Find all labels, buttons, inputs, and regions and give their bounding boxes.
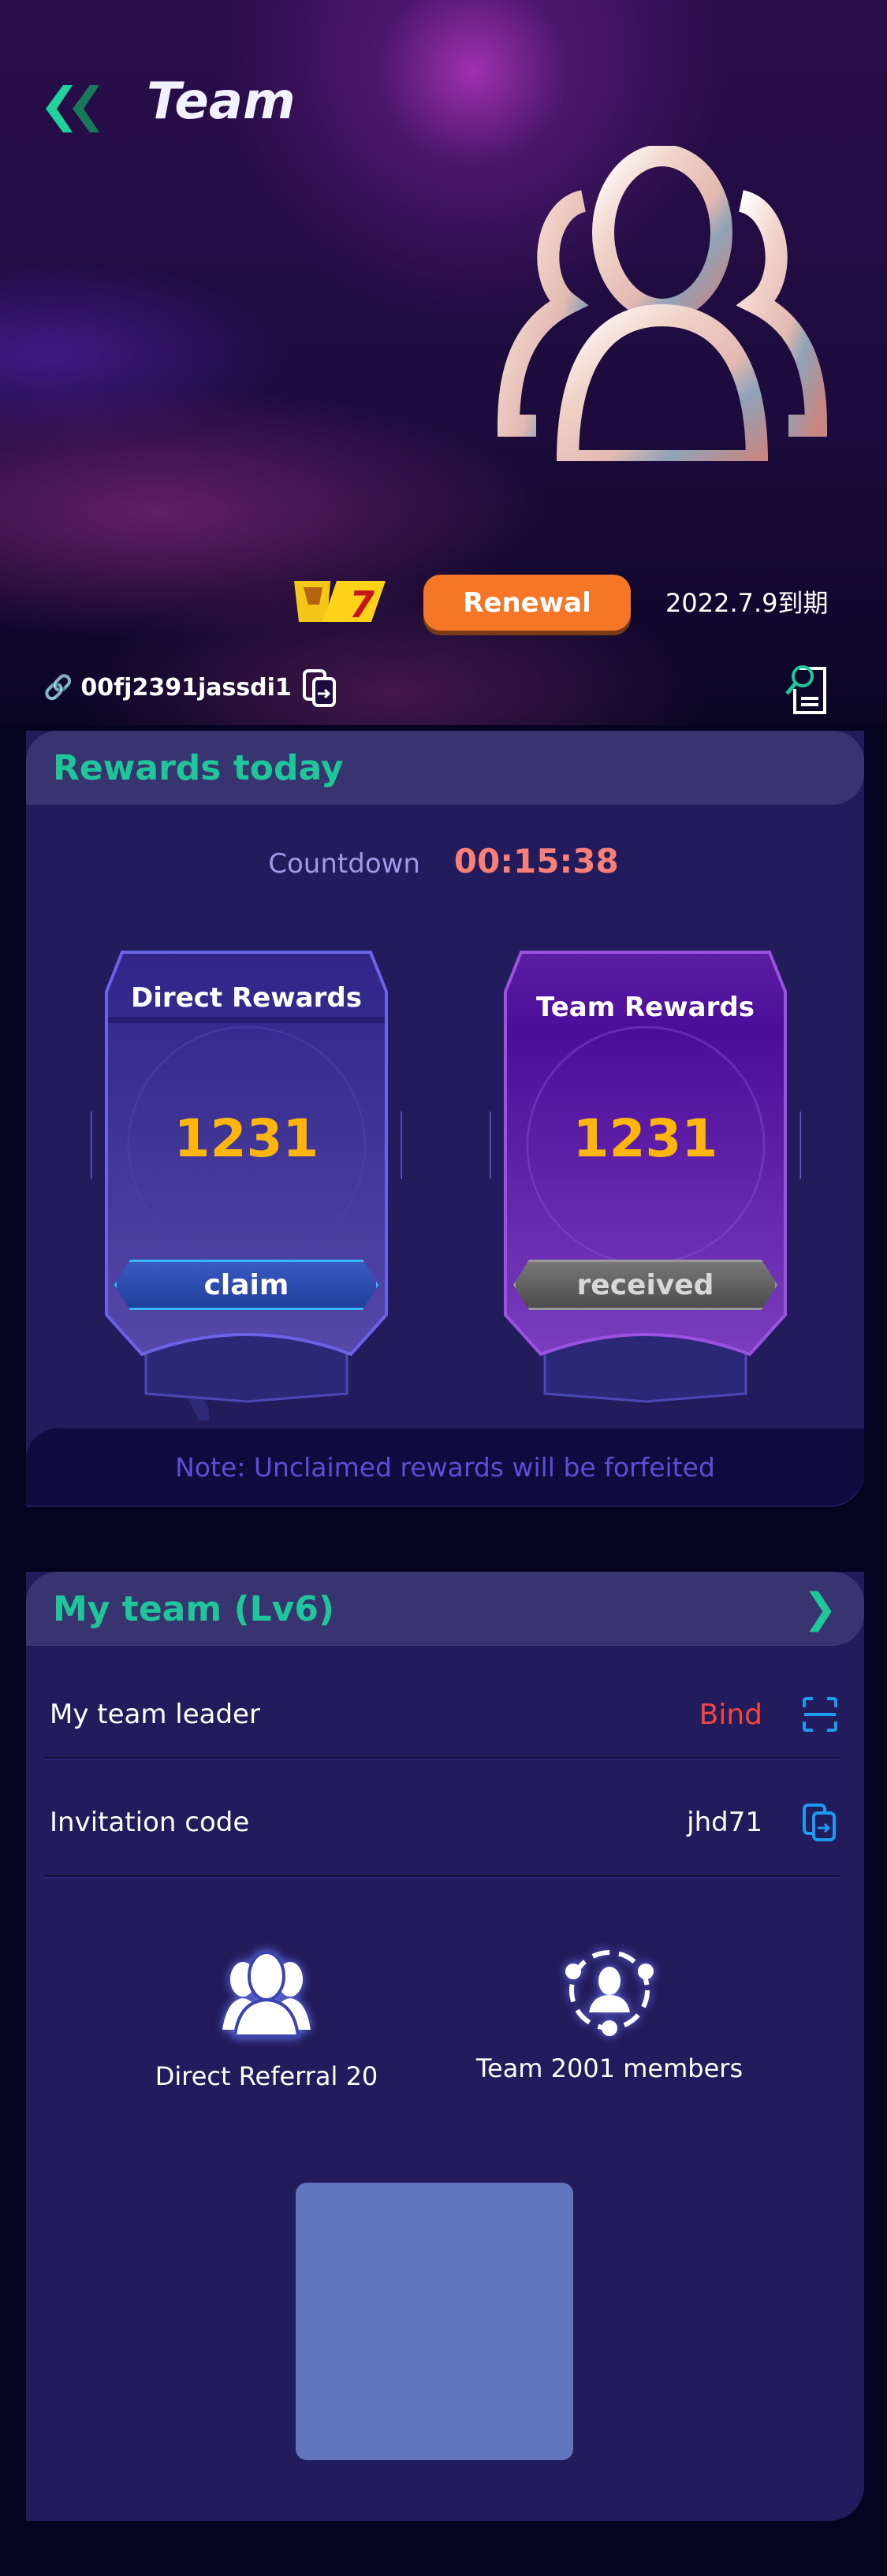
referral-link: 🔗 00fj2391jassdi1 — [43, 674, 292, 702]
bind-button[interactable]: Bind — [699, 1699, 762, 1731]
rewards-today-title: Rewards today — [26, 731, 864, 805]
team-rewards-card: Team Rewards 1231 received — [490, 936, 801, 1420]
chevron-right-icon[interactable]: ❯ — [803, 1585, 837, 1632]
direct-referral-label: Direct Referral 20 — [155, 2061, 378, 2091]
copy-icon[interactable] — [302, 668, 338, 708]
countdown-value: 00:15:38 — [453, 842, 619, 880]
team-members-label: Team 2001 members — [475, 2053, 744, 2083]
referral-link-code: 00fj2391jassdi1 — [80, 674, 292, 702]
renewal-button[interactable]: Renewal — [423, 575, 631, 631]
team-members-stat[interactable]: Team 2001 members — [452, 1943, 767, 2083]
direct-referral-stat[interactable]: Direct Referral 20 — [109, 1951, 424, 2091]
qr-code-placeholder — [296, 2183, 573, 2460]
team-leader-label: My team leader — [50, 1699, 260, 1730]
copy-icon[interactable] — [802, 1803, 838, 1842]
search-document-icon[interactable] — [784, 662, 831, 714]
invitation-code-label: Invitation code — [50, 1807, 250, 1838]
divider — [44, 1875, 840, 1878]
received-button: received — [513, 1260, 777, 1310]
direct-rewards-card: Direct Rewards 1231 claim — [91, 936, 402, 1420]
vip-badge-icon: 7 — [294, 581, 386, 625]
divider — [44, 1757, 840, 1759]
page-title: Team — [147, 73, 296, 131]
card-title: Team Rewards — [536, 992, 755, 1023]
direct-referral-icon — [222, 1951, 311, 2038]
double-chevron-left-icon[interactable] — [39, 85, 110, 132]
reward-amount: 1231 — [173, 1108, 319, 1169]
scan-icon[interactable] — [802, 1696, 838, 1733]
card-title: Direct Rewards — [131, 982, 362, 1014]
team-network-icon — [565, 1950, 654, 2036]
expiry-date: 2022.7.9到期 — [665, 588, 829, 618]
claim-button[interactable]: claim — [114, 1260, 378, 1310]
invitation-code-value: jhd71 — [687, 1807, 762, 1838]
link-icon: 🔗 — [43, 674, 73, 702]
countdown: Countdown 00:15:38 — [0, 842, 887, 880]
team-leader-row: My team leader Bind — [50, 1691, 838, 1738]
reward-amount: 1231 — [572, 1108, 718, 1169]
team-group-icon — [497, 146, 828, 461]
rewards-note: Note: Unclaimed rewards will be forfeite… — [26, 1428, 864, 1506]
invitation-code-row: Invitation code jhd71 — [50, 1799, 838, 1846]
my-team-title: My team (Lv6) — [53, 1588, 335, 1629]
countdown-label: Countdown — [268, 848, 420, 880]
svg-text:7: 7 — [349, 583, 375, 625]
my-team-header[interactable]: My team (Lv6) ❯ — [26, 1572, 864, 1646]
